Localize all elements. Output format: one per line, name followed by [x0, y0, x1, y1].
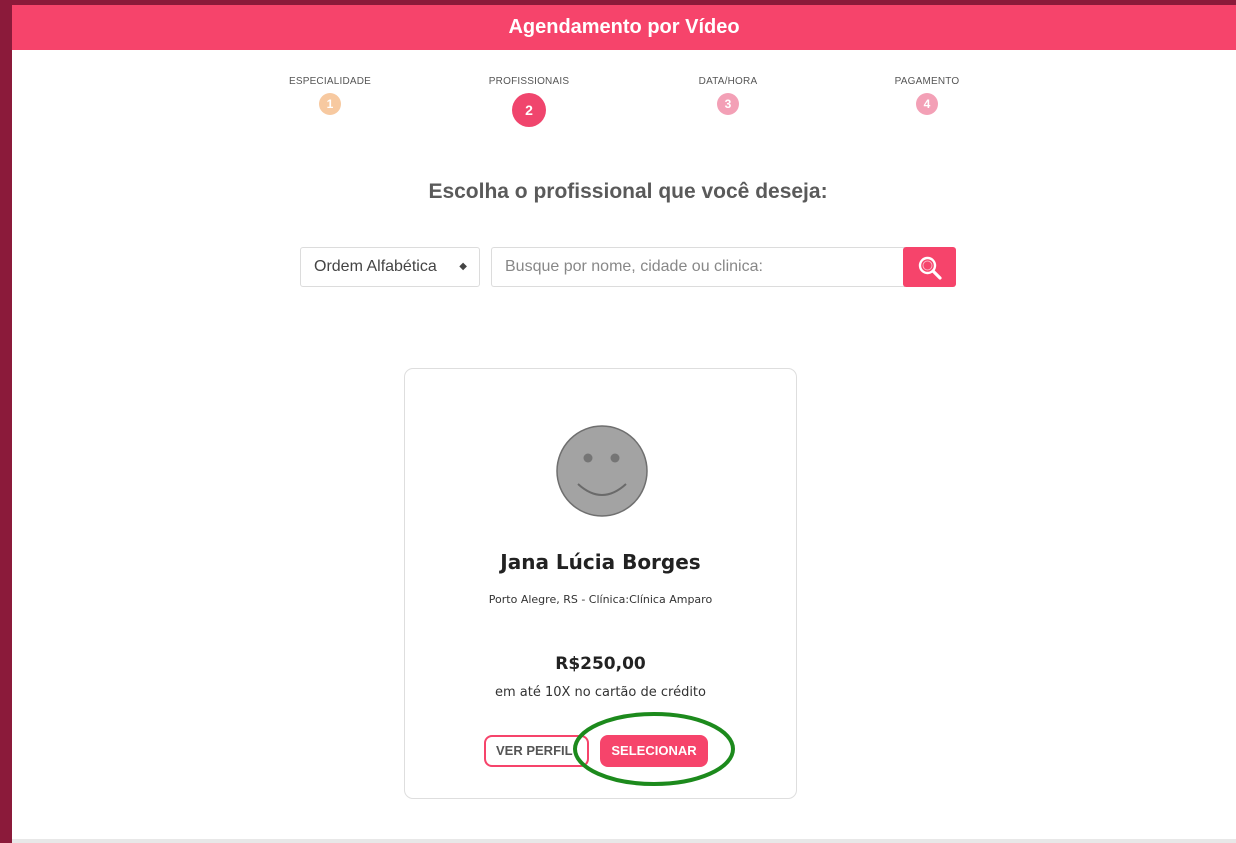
installments-info: em até 10X no cartão de crédito: [494, 685, 706, 700]
step-data-hora[interactable]: DATA/HORA 3: [658, 76, 798, 115]
professional-price: R$250,00: [555, 654, 646, 674]
step-label: PAGAMENTO: [894, 76, 960, 87]
search-input[interactable]: Busque por nome, cidade ou clinica:: [491, 247, 905, 287]
page-title: Agendamento por Vídeo: [508, 16, 740, 38]
step-label: ESPECIALIDADE: [288, 76, 372, 87]
section-title: Escolha o profissional que você deseja:: [428, 180, 828, 203]
step-label: DATA/HORA: [698, 76, 758, 87]
step-profissionais[interactable]: PROFISSIONAIS 2: [459, 76, 599, 127]
sort-arrows-icon: ◆: [459, 261, 467, 272]
step-number-badge: 3: [717, 93, 739, 115]
step-number-badge: 1: [319, 93, 341, 115]
page-header: Agendamento por Vídeo: [12, 5, 1236, 50]
professional-location: Porto Alegre, RS - Clínica:Clínica Ampar…: [488, 593, 713, 606]
step-pagamento[interactable]: PAGAMENTO 4: [857, 76, 997, 115]
step-number-badge: 2: [512, 93, 546, 127]
step-especialidade[interactable]: ESPECIALIDADE 1: [260, 76, 400, 115]
step-number-badge: 4: [916, 93, 938, 115]
step-label: PROFISSIONAIS: [488, 76, 570, 87]
window-frame-bottom: [12, 839, 1236, 843]
smiley-avatar-icon: [556, 425, 648, 517]
sort-select-value: Ordem Alfabética: [314, 258, 437, 275]
search-button[interactable]: [903, 247, 956, 287]
professional-name: Jana Lúcia Borges: [500, 550, 701, 574]
highlight-ring-annotation: [573, 712, 735, 786]
search-placeholder: Busque por nome, cidade ou clinica:: [505, 258, 763, 275]
sort-select[interactable]: Ordem Alfabética ◆: [300, 247, 480, 287]
window-frame-left: [0, 0, 12, 843]
search-icon: [918, 256, 942, 280]
